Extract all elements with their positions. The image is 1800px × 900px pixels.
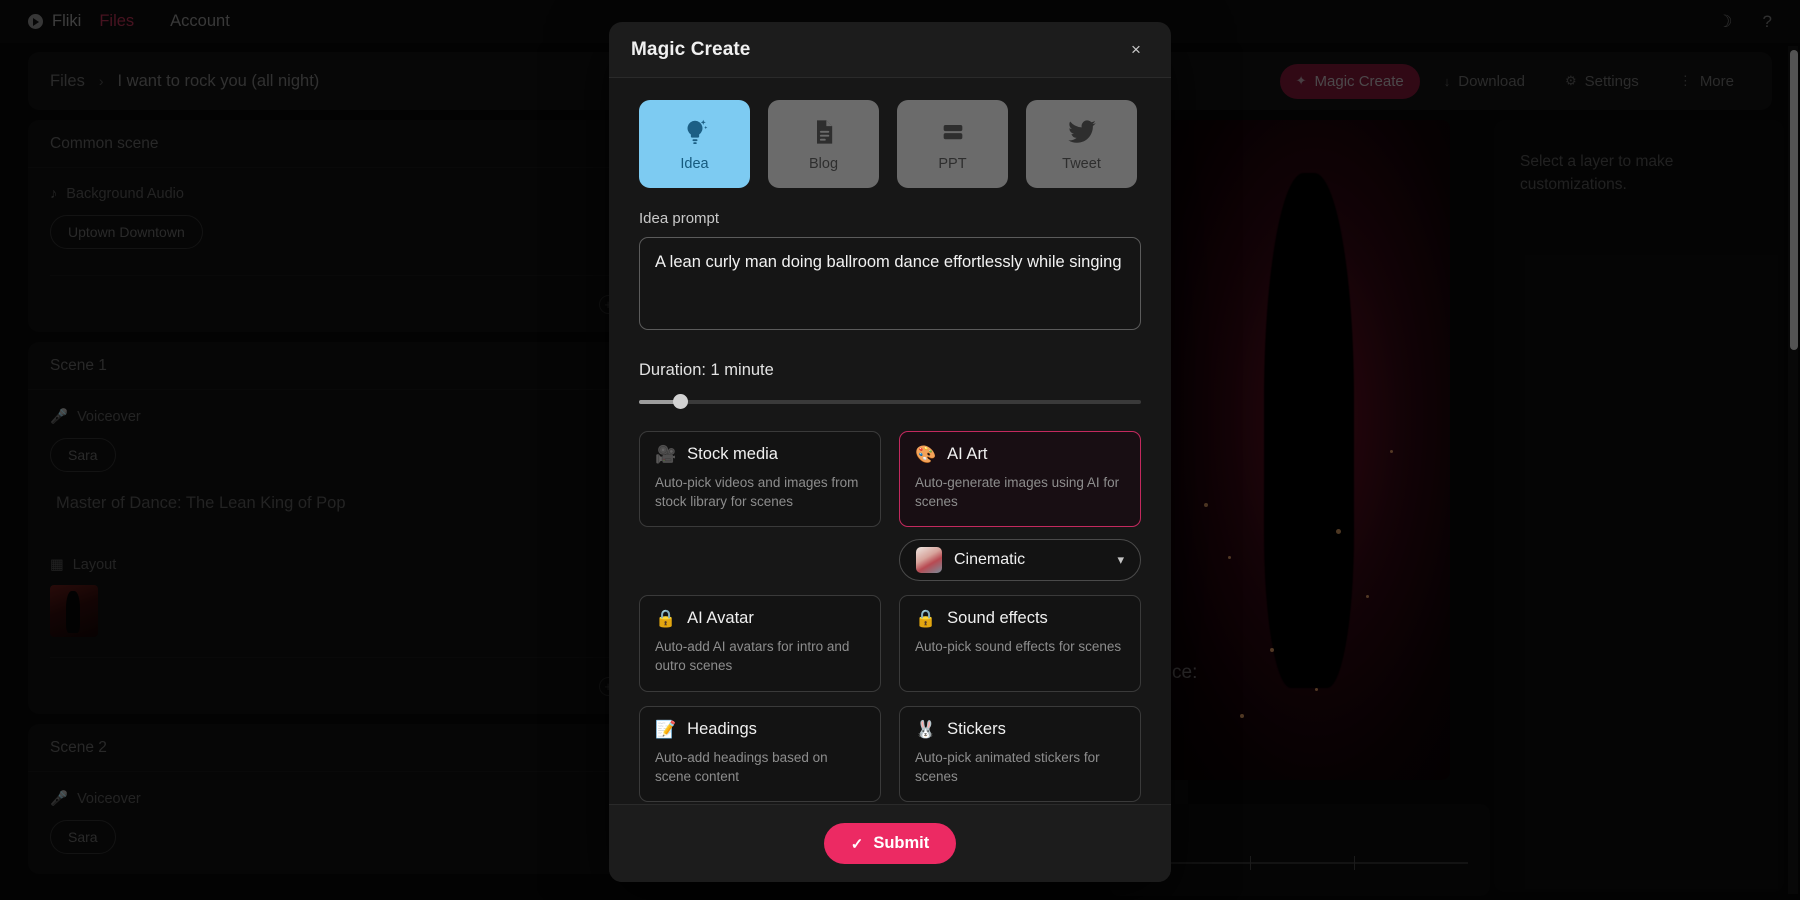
document-lines-icon — [810, 116, 838, 148]
dialog-body: Idea Blog PPT Tweet Idea prompt A lean c… — [609, 78, 1171, 804]
option-headings-desc: Auto-add headings based on scene content — [655, 749, 828, 784]
duration-slider[interactable] — [639, 394, 1141, 409]
tab-ppt-label: PPT — [938, 156, 967, 172]
submit-button[interactable]: ✓ Submit — [823, 823, 957, 864]
app-root: Fliki Files Account ☽ ? Files › I want t… — [0, 0, 1800, 900]
dialog-title: Magic Create — [631, 38, 751, 60]
option-ai-avatar[interactable]: 🔒 AI Avatar Auto-add AI avatars for intr… — [639, 595, 881, 692]
option-stock-media-name: Stock media — [687, 445, 778, 463]
option-sound-effects[interactable]: 🔒 Sound effects Auto-pick sound effects … — [899, 595, 1141, 692]
option-stock-media-desc: Auto-pick videos and images from stock l… — [655, 475, 859, 510]
twitter-bird-icon — [1067, 116, 1097, 148]
slider-track — [639, 400, 1141, 404]
tab-tweet[interactable]: Tweet — [1026, 100, 1137, 188]
lightbulb-sparkle-icon — [680, 116, 710, 148]
lock-icon: 🔒 — [655, 609, 677, 629]
headings-icon: 📝 — [655, 719, 677, 739]
art-style-dropdown[interactable]: Cinematic ▾ — [899, 539, 1141, 582]
option-stickers-desc: Auto-pick animated stickers for scenes — [915, 749, 1100, 784]
option-ai-art[interactable]: 🎨 AI Art Auto-generate images using AI f… — [899, 431, 1141, 528]
ai-art-icon: 🎨 — [915, 445, 937, 464]
tab-idea[interactable]: Idea — [639, 100, 750, 188]
prompt-label: Idea prompt — [639, 210, 720, 227]
stock-media-icon: 🎥 — [655, 445, 677, 464]
art-style-value: Cinematic — [954, 551, 1026, 569]
tab-blog-label: Blog — [808, 156, 839, 172]
idea-prompt-input[interactable] — [639, 237, 1141, 330]
duration-label: Duration: 1 minute — [639, 361, 774, 379]
option-stickers[interactable]: 🐰 Stickers Auto-pick animated stickers f… — [899, 705, 1141, 802]
option-headings[interactable]: 📝 Headings Auto-add headings based on sc… — [639, 705, 881, 802]
style-preview-thumb — [916, 547, 942, 574]
tab-idea-label: Idea — [680, 156, 709, 172]
option-stock-media[interactable]: 🎥 Stock media Auto-pick videos and image… — [639, 431, 881, 528]
option-ai-avatar-desc: Auto-add AI avatars for intro and outro … — [655, 639, 850, 674]
slider-knob[interactable] — [673, 394, 688, 409]
option-ai-art-name: AI Art — [947, 445, 988, 463]
submit-label: Submit — [873, 834, 930, 852]
option-ai-art-desc: Auto-generate images using AI for scenes — [915, 475, 1120, 510]
close-icon[interactable]: × — [1123, 37, 1149, 63]
tab-blog[interactable]: Blog — [768, 100, 879, 188]
tab-ppt[interactable]: PPT — [897, 100, 1008, 188]
stickers-icon: 🐰 — [915, 719, 937, 739]
option-sound-effects-desc: Auto-pick sound effects for scenes — [915, 639, 1122, 655]
dialog-footer: ✓ Submit — [609, 804, 1171, 882]
option-ai-avatar-name: AI Avatar — [687, 609, 754, 628]
option-headings-name: Headings — [687, 719, 757, 738]
options-grid: 🎥 Stock media Auto-pick videos and image… — [639, 431, 1141, 802]
lock-icon: 🔒 — [915, 609, 937, 629]
dialog-header: Magic Create × — [609, 22, 1171, 78]
content-type-tabs: Idea Blog PPT Tweet — [639, 100, 1141, 188]
option-stickers-name: Stickers — [947, 719, 1006, 738]
option-sound-effects-name: Sound effects — [947, 609, 1048, 628]
check-icon: ✓ — [850, 835, 864, 853]
chevron-down-icon: ▾ — [1117, 552, 1124, 568]
magic-create-dialog: Magic Create × Idea Blog PPT Tweet Idea … — [609, 22, 1171, 882]
tab-tweet-label: Tweet — [1062, 156, 1101, 172]
slide-bars-icon — [939, 116, 967, 148]
